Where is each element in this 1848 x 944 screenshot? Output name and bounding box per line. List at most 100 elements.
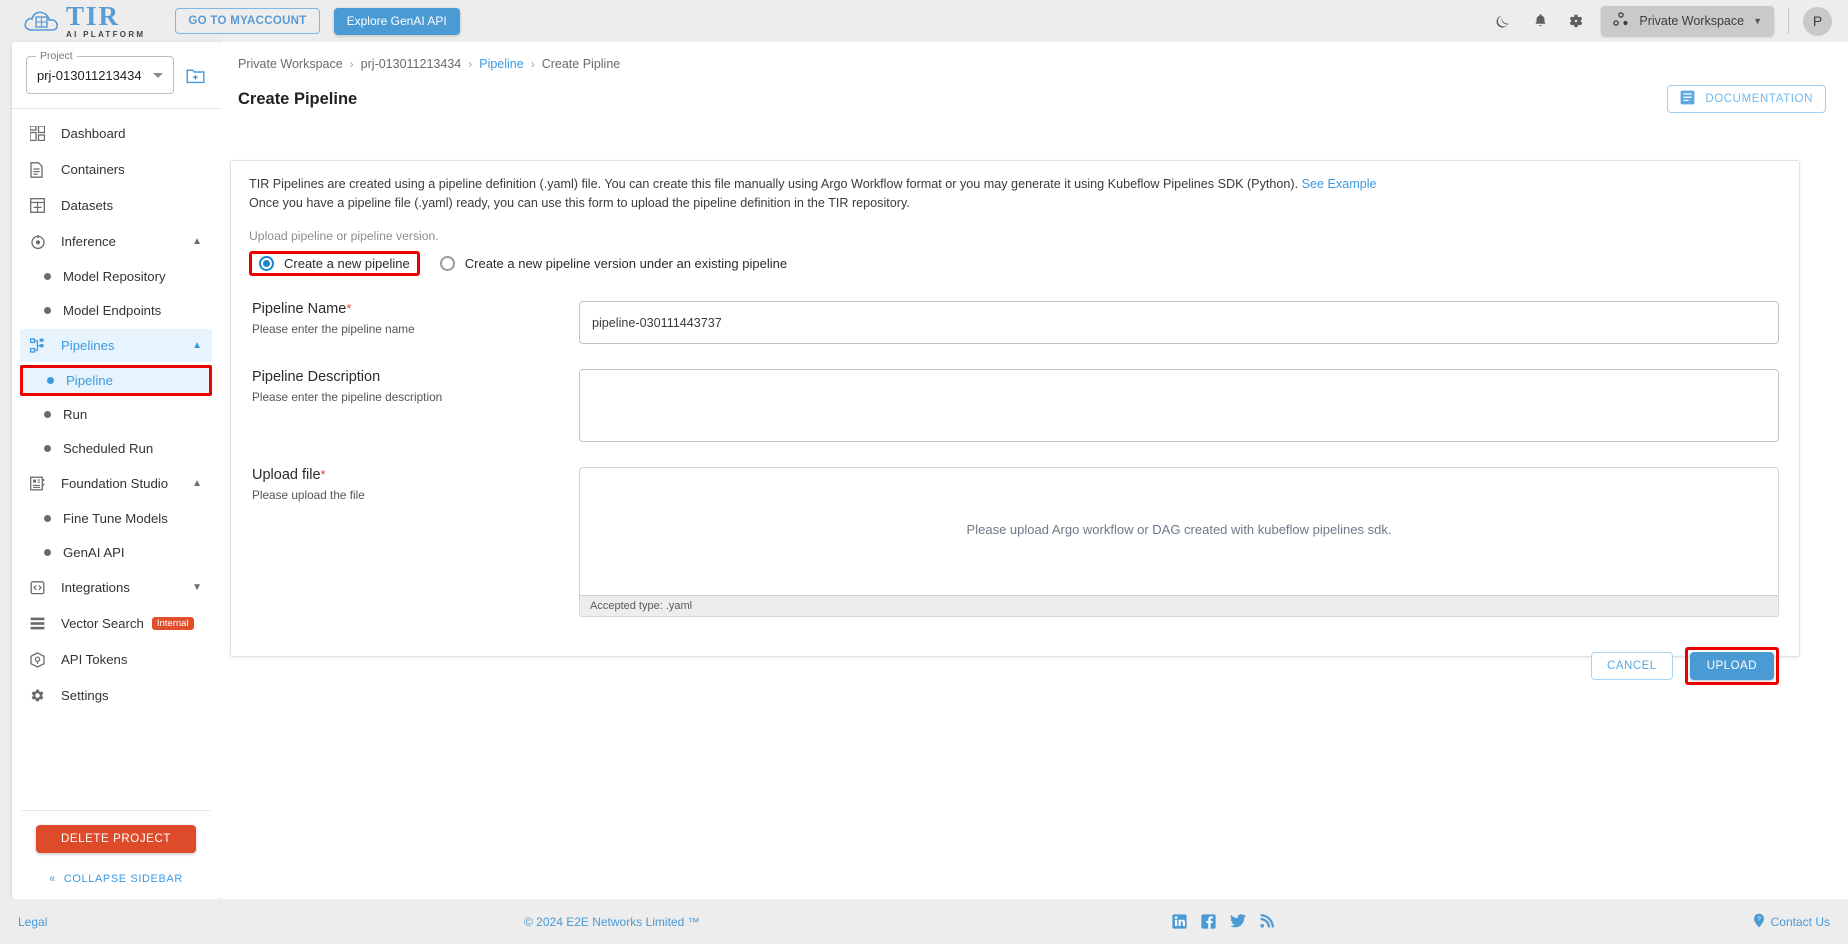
radio-create-new-version[interactable]: Create a new pipeline version under an e…	[432, 252, 795, 275]
sidebar-item-run[interactable]: Run	[20, 399, 212, 430]
breadcrumb-project[interactable]: prj-013011213434	[361, 57, 462, 71]
pipeline-description-meta: Pipeline Description Please enter the pi…	[249, 369, 579, 442]
breadcrumb-workspace[interactable]: Private Workspace	[238, 57, 343, 71]
project-select[interactable]: Project prj-013011213434	[26, 50, 174, 94]
sidebar-item-vector-search[interactable]: Vector Search Internal	[20, 607, 212, 640]
sidebar-item-scheduled-run[interactable]: Scheduled Run	[20, 433, 212, 464]
go-to-myaccount-button[interactable]: GO TO MYACCOUNT	[175, 8, 320, 34]
sidebar-group-inference[interactable]: Inference ▲	[20, 225, 212, 258]
breadcrumb-separator: ›	[468, 57, 473, 71]
facebook-icon[interactable]	[1201, 914, 1216, 929]
help-pin-icon: ?	[1752, 913, 1766, 931]
sidebar-item-label: Integrations	[61, 580, 130, 595]
sidebar-footer: DELETE PROJECT « COLLAPSE SIDEBAR	[12, 804, 220, 899]
pipeline-description-sublabel: Please enter the pipeline description	[252, 390, 443, 404]
dashboard-icon	[30, 126, 52, 141]
new-project-icon[interactable]	[186, 67, 205, 84]
pipeline-description-label: Pipeline Description	[252, 369, 381, 385]
gear-icon[interactable]	[1565, 10, 1587, 32]
sidebar-group-foundation-studio[interactable]: Foundation Studio ▲	[20, 467, 212, 500]
create-pipeline-card: TIR Pipelines are created using a pipeli…	[230, 160, 1800, 685]
copyright-text: © 2024 E2E Networks Limited ™	[524, 914, 700, 929]
breadcrumb-current: Create Pipline	[541, 57, 621, 71]
twitter-icon[interactable]	[1230, 914, 1246, 929]
app-logo[interactable]: TIR AI PLATFORM	[22, 3, 145, 39]
upload-dropzone[interactable]: Please upload Argo workflow or DAG creat…	[579, 467, 1779, 595]
sidebar-item-pipeline[interactable]: Pipeline	[20, 365, 212, 396]
project-select-value: prj-013011213434	[37, 67, 142, 83]
bell-icon[interactable]	[1529, 10, 1551, 32]
bullet-icon	[44, 307, 51, 314]
radio-create-new-pipeline[interactable]: Create a new pipeline	[249, 251, 420, 276]
social-links	[1172, 914, 1274, 929]
required-asterisk: *	[320, 467, 326, 482]
upload-file-field-row: Upload file* Please upload the file Plea…	[249, 467, 1779, 617]
pipeline-name-field-row: Pipeline Name* Please enter the pipeline…	[249, 301, 1779, 344]
documentation-button[interactable]: DOCUMENTATION	[1667, 85, 1826, 113]
rss-icon[interactable]	[1260, 914, 1274, 929]
accepted-type-label: Accepted type: .yaml	[579, 595, 1779, 617]
radio-label: Create a new pipeline version under an e…	[464, 256, 788, 271]
legal-link[interactable]: Legal	[18, 915, 47, 929]
sidebar-group-pipelines[interactable]: Pipelines ▲	[20, 329, 212, 362]
collapse-sidebar-button[interactable]: « COLLAPSE SIDEBAR	[22, 873, 210, 885]
project-selector-row: Project prj-013011213434	[12, 42, 220, 102]
inference-icon	[30, 234, 52, 250]
documentation-icon	[1680, 90, 1695, 108]
list-icon	[30, 617, 52, 630]
pipeline-description-field-row: Pipeline Description Please enter the pi…	[249, 369, 1779, 442]
sidebar-item-dashboard[interactable]: Dashboard	[20, 117, 212, 150]
sidebar-item-label: Model Repository	[63, 269, 166, 284]
bullet-icon	[44, 445, 51, 452]
chevron-down-icon: ▼	[192, 581, 202, 593]
workspace-selector[interactable]: Private Workspace ▼	[1601, 6, 1774, 36]
sidebar-item-fine-tune-models[interactable]: Fine Tune Models	[20, 503, 212, 534]
sidebar-item-settings[interactable]: Settings	[20, 679, 212, 712]
pipeline-name-meta: Pipeline Name* Please enter the pipeline…	[249, 301, 579, 344]
form-description-text: TIR Pipelines are created using a pipeli…	[249, 177, 1299, 191]
sidebar-item-label: Inference	[61, 234, 116, 249]
code-icon	[30, 580, 52, 595]
sidebar-item-datasets[interactable]: Datasets	[20, 189, 212, 222]
sidebar-item-label: Settings	[61, 688, 109, 703]
linkedin-icon[interactable]	[1172, 914, 1187, 929]
delete-project-button[interactable]: DELETE PROJECT	[36, 825, 196, 853]
avatar[interactable]: P	[1803, 6, 1832, 36]
breadcrumb-pipeline[interactable]: Pipeline	[479, 57, 523, 71]
explore-genai-api-button[interactable]: Explore GenAI API	[333, 7, 460, 35]
logo-title: TIR	[66, 1, 121, 31]
field-label-text: Pipeline Name	[252, 301, 347, 317]
sidebar-item-label: Pipelines	[61, 338, 115, 353]
studio-icon	[30, 476, 52, 491]
upload-file-sublabel: Please upload the file	[252, 488, 365, 502]
radio-unselected-icon	[439, 256, 455, 271]
sidebar-item-label: Fine Tune Models	[63, 511, 168, 526]
sidebar-group-integrations[interactable]: Integrations ▼	[20, 571, 212, 604]
pipeline-name-input[interactable]: pipeline-030111443737	[579, 301, 1779, 344]
documentation-label: DOCUMENTATION	[1705, 93, 1813, 105]
sidebar-item-label: GenAI API	[63, 545, 125, 560]
sidebar-item-api-tokens[interactable]: API Tokens	[20, 643, 212, 676]
main-content: Private Workspace › prj-013011213434 › P…	[220, 42, 1848, 899]
chevron-down-icon	[153, 72, 163, 78]
upload-button[interactable]: UPLOAD	[1689, 652, 1774, 680]
sidebar-item-containers[interactable]: Containers	[20, 153, 212, 186]
chevron-up-icon: ▲	[192, 235, 202, 247]
sidebar-item-label: Containers	[61, 162, 125, 177]
sidebar-item-label: Run	[63, 407, 88, 422]
sidebar-item-genai-api[interactable]: GenAI API	[20, 537, 212, 568]
header-actions: Private Workspace ▼ P	[1493, 6, 1832, 36]
sidebar-item-model-repository[interactable]: Model Repository	[20, 261, 212, 292]
sidebar-item-label: Datasets	[61, 198, 114, 213]
see-example-link[interactable]: See Example	[1302, 177, 1377, 191]
contact-us-link[interactable]: ? Contact Us	[1752, 913, 1830, 931]
svg-text:?: ?	[1757, 916, 1761, 923]
moon-icon[interactable]	[1493, 10, 1515, 32]
sidebar-item-label: Vector Search	[61, 616, 144, 631]
cancel-button[interactable]: CANCEL	[1591, 652, 1673, 680]
sidebar-item-label: Foundation Studio	[61, 476, 169, 491]
radio-selected-icon	[259, 256, 274, 271]
pipeline-description-input[interactable]	[579, 369, 1779, 442]
sidebar-item-model-endpoints[interactable]: Model Endpoints	[20, 295, 212, 326]
bullet-icon	[44, 273, 51, 280]
